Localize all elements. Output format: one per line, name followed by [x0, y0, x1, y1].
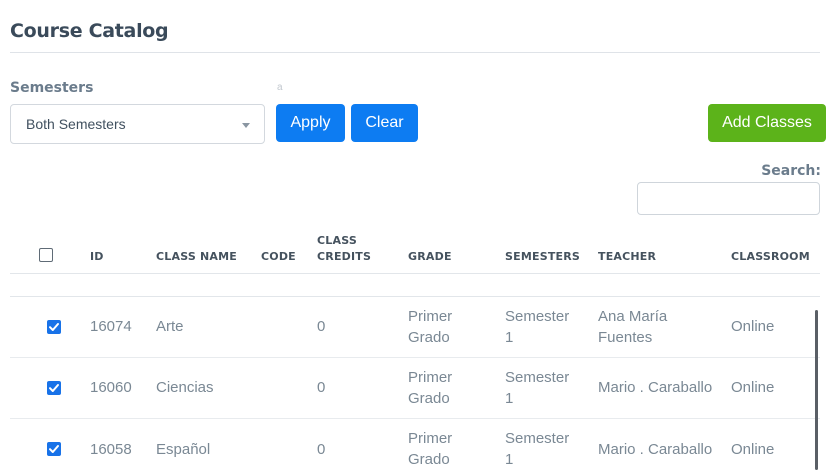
cell-grade-line1: Primer	[408, 430, 453, 447]
cell-teacher: Ana María Fuentes	[598, 306, 667, 348]
semesters-select[interactable]: Both Semesters	[10, 104, 265, 144]
add-classes-button[interactable]: Add Classes	[708, 104, 826, 142]
cell-credits: 0	[317, 318, 326, 335]
col-header-semesters[interactable]: SEMESTERS	[505, 249, 580, 265]
cell-grade: Primer Grado	[408, 428, 452, 470]
cell-id: 16058	[90, 441, 132, 458]
check-icon	[49, 323, 59, 331]
cell-semesters-line1: Semester	[505, 369, 570, 386]
cell-semesters-line2: 1	[505, 390, 514, 407]
cell-teacher: Mario . Caraballo	[598, 379, 713, 396]
cell-credits: 0	[317, 379, 326, 396]
page-title: Course Catalog	[10, 20, 169, 42]
select-all-checkbox[interactable]	[39, 248, 53, 262]
cell-semesters-line2: 1	[505, 329, 514, 346]
col-header-grade[interactable]: GRADE	[408, 249, 452, 265]
header-divider	[10, 273, 820, 274]
row-checkbox[interactable]	[47, 442, 61, 456]
cell-semesters-line1: Semester	[505, 430, 570, 447]
col-header-code[interactable]: CODE	[261, 249, 296, 265]
cell-id: 16060	[90, 379, 132, 396]
cell-classroom: Online	[731, 379, 775, 396]
cell-credits: 0	[317, 441, 326, 458]
cell-semesters: Semester 1	[505, 367, 569, 409]
col-header-class-name[interactable]: CLASS NAME	[156, 249, 237, 265]
apply-button[interactable]: Apply	[276, 104, 345, 142]
row-checkbox[interactable]	[47, 381, 61, 395]
check-icon	[49, 445, 59, 453]
search-label: Search:	[761, 163, 821, 179]
cell-classroom: Online	[731, 441, 775, 458]
cell-grade-line2: Grado	[408, 451, 450, 468]
semesters-select-value: Both Semesters	[26, 116, 126, 132]
cell-classroom: Online	[731, 318, 775, 335]
cell-semesters-line2: 1	[505, 451, 514, 468]
cell-grade-line1: Primer	[408, 369, 453, 386]
check-icon	[49, 384, 59, 392]
cell-class-name: Arte	[156, 318, 184, 335]
row-divider	[10, 418, 820, 419]
cell-grade-line2: Grado	[408, 390, 450, 407]
cell-teacher-line2: Fuentes	[598, 329, 653, 346]
col-header-classroom[interactable]: CLASSROOM	[731, 249, 810, 265]
semesters-label: Semesters	[10, 80, 94, 96]
cell-id: 16074	[90, 318, 132, 335]
cell-teacher: Mario . Caraballo	[598, 441, 713, 458]
col-header-credits-line2: CREDITS	[317, 250, 372, 263]
cell-semesters: Semester 1	[505, 428, 569, 470]
row-divider	[10, 357, 820, 358]
cell-semesters: Semester 1	[505, 306, 569, 348]
cell-grade: Primer Grado	[408, 306, 452, 348]
cell-teacher-line1: Ana María	[598, 308, 668, 325]
col-header-id[interactable]: ID	[90, 249, 104, 265]
caret-down-icon	[242, 123, 250, 128]
col-header-class-credits[interactable]: CLASS CREDITS	[317, 233, 371, 265]
cell-grade-line2: Grado	[408, 329, 450, 346]
cell-grade-line1: Primer	[408, 308, 453, 325]
cell-class-name: Ciencias	[156, 379, 214, 396]
search-input[interactable]	[637, 182, 820, 215]
cell-grade: Primer Grado	[408, 367, 452, 409]
col-header-credits-line1: CLASS	[317, 234, 357, 247]
header-divider-lower	[10, 296, 820, 297]
cell-semesters-line1: Semester	[505, 308, 570, 325]
filter-mark: a	[277, 82, 283, 93]
title-divider	[10, 52, 820, 53]
table-scrollbar[interactable]	[815, 310, 818, 470]
cell-class-name: Español	[156, 441, 211, 458]
row-checkbox[interactable]	[47, 320, 61, 334]
clear-button[interactable]: Clear	[351, 104, 418, 142]
col-header-teacher[interactable]: TEACHER	[598, 249, 656, 265]
